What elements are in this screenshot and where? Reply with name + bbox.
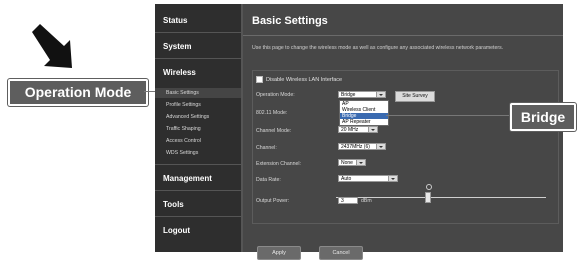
chevron-down-icon xyxy=(376,92,385,97)
sidebar-subitem-traffic-shaping[interactable]: Traffic Shaping xyxy=(166,126,201,132)
extension-channel-select[interactable]: None xyxy=(338,159,366,166)
operation-mode-label: Operation Mode: xyxy=(256,92,295,98)
data-rate-label: Data Rate: xyxy=(256,177,281,183)
mode-80211-label: 802.11 Mode: xyxy=(256,110,288,116)
page-title: Basic Settings xyxy=(252,15,328,27)
apply-button[interactable]: Apply xyxy=(257,246,301,260)
sidebar-subitem-access-control[interactable]: Access Control xyxy=(166,138,201,144)
bridge-callout: Bridge xyxy=(510,103,576,131)
title-divider xyxy=(243,35,563,36)
cancel-button[interactable]: Cancel xyxy=(319,246,363,260)
slider-marker-icon xyxy=(426,184,432,190)
page-description: Use this page to change the wireless mod… xyxy=(252,45,504,51)
channel-mode-select[interactable]: 20 MHz xyxy=(338,126,378,133)
sidebar-subitem-advanced-settings[interactable]: Advanced Settings xyxy=(166,114,209,120)
sidebar-divider xyxy=(155,58,241,59)
operation-mode-dropdown-list: AP Wireless Client Bridge AP Repeater xyxy=(339,100,389,126)
operation-mode-select[interactable]: Bridge xyxy=(338,91,386,98)
sidebar: Status System Wireless Basic Settings Pr… xyxy=(155,4,243,252)
sidebar-divider xyxy=(155,190,241,191)
chevron-down-icon xyxy=(368,127,377,132)
sidebar-divider xyxy=(155,216,241,217)
output-power-slider-handle[interactable] xyxy=(425,192,431,203)
channel-select[interactable]: 2437MHz (6) xyxy=(338,143,386,150)
output-power-unit: dBm xyxy=(361,198,372,204)
extension-channel-label: Extension Channel: xyxy=(256,161,301,167)
chevron-down-icon xyxy=(356,160,365,165)
sidebar-subitem-wds-settings[interactable]: WDS Settings xyxy=(166,150,198,156)
sidebar-subitem-profile-settings[interactable]: Profile Settings xyxy=(166,102,201,108)
site-survey-button[interactable]: Site Survey xyxy=(395,91,435,102)
sidebar-divider xyxy=(155,32,241,33)
data-rate-select[interactable]: Auto xyxy=(338,175,398,182)
operation-mode-callout: Operation Mode xyxy=(8,79,148,106)
output-power-input[interactable]: 3 xyxy=(338,197,358,204)
output-power-label: Output Power: xyxy=(256,198,290,204)
sidebar-subitem-basic-settings[interactable]: Basic Settings xyxy=(166,90,199,96)
disable-wlan-label: Disable Wireless LAN Interface xyxy=(266,76,343,83)
channel-label: Channel: xyxy=(256,145,277,151)
callout-leader-line xyxy=(386,115,510,116)
channel-mode-label: Channel Mode: xyxy=(256,128,292,134)
arrow-icon xyxy=(32,24,72,68)
sidebar-divider xyxy=(155,164,241,165)
disable-wlan-checkbox[interactable] xyxy=(256,76,263,83)
chevron-down-icon xyxy=(388,176,397,181)
disable-wlan-row: Disable Wireless LAN Interface xyxy=(256,76,342,83)
chevron-down-icon xyxy=(376,144,385,149)
dropdown-option-ap-repeater[interactable]: AP Repeater xyxy=(340,119,388,125)
